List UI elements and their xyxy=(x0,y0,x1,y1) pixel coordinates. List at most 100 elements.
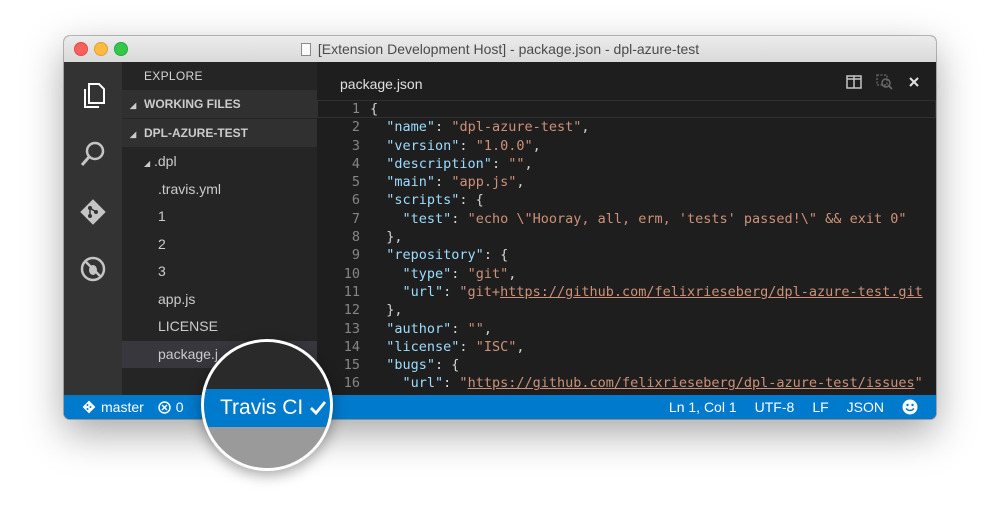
tree-item-label: app.js xyxy=(158,290,196,307)
code-line[interactable]: 13 "author": "", xyxy=(317,320,936,338)
collapse-triangle-icon: ◢ xyxy=(130,101,137,110)
activity-bar xyxy=(64,62,122,395)
line-number: 10 xyxy=(343,265,360,282)
close-editor-icon[interactable] xyxy=(908,76,920,88)
split-editor-icon[interactable] xyxy=(846,75,862,89)
window-title-group: [Extension Development Host] - package.j… xyxy=(64,36,936,62)
code-line[interactable]: 11 "url": "git+https://github.com/felixr… xyxy=(317,283,936,301)
code-text: }, xyxy=(370,302,403,319)
line-number: 1 xyxy=(351,101,360,117)
line-number: 12 xyxy=(343,302,360,319)
project-label: DPL-AZURE-TEST xyxy=(144,126,248,140)
line-number: 9 xyxy=(351,247,360,264)
line-number: 2 xyxy=(351,119,360,136)
line-number: 13 xyxy=(343,320,360,337)
folder-triangle-icon: ◢ xyxy=(144,159,151,168)
code-line[interactable]: 16 "url": "https://github.com/felixriese… xyxy=(317,374,936,392)
working-files-section[interactable]: ◢ WORKING FILES xyxy=(122,90,317,118)
tree-item-label: 2 xyxy=(158,235,166,252)
line-number: 7 xyxy=(351,210,360,227)
code-text: "license": "ISC", xyxy=(386,338,525,355)
code-text: "version": "1.0.0", xyxy=(386,137,541,154)
editor-pane: package.json 1{2 "name": "dpl-azure-test… xyxy=(317,62,936,395)
code-line[interactable]: 6 "scripts": { xyxy=(317,191,936,209)
travis-ci-status[interactable]: Travis CI xyxy=(220,396,327,420)
errors-status[interactable]: 0 xyxy=(158,399,184,415)
code-text: "url": "https://github.com/felixrieseber… xyxy=(402,375,923,392)
code-line[interactable]: 2 "name": "dpl-azure-test", xyxy=(317,118,936,136)
code-text: "bugs": { xyxy=(386,357,460,374)
code-text: "url": "git+https://github.com/felixries… xyxy=(402,283,923,300)
code-line[interactable]: 7 "test": "echo \"Hooray, all, erm, 'tes… xyxy=(317,210,936,228)
git-branch-icon xyxy=(82,400,96,414)
status-bar-left: master 0 xyxy=(82,395,184,419)
encoding-status[interactable]: UTF-8 xyxy=(755,399,795,415)
code-line[interactable]: 5 "main": "app.js", xyxy=(317,173,936,191)
code-line[interactable]: 15 "bugs": { xyxy=(317,356,936,374)
code-text: "author": "", xyxy=(386,320,492,337)
line-number: 3 xyxy=(351,137,360,154)
smiley-feedback-icon[interactable] xyxy=(902,399,918,415)
code-line[interactable]: 8 }, xyxy=(317,228,936,246)
code-text: { xyxy=(370,101,379,117)
tree-folder-dpl[interactable]: ◢ .dpl xyxy=(122,148,317,176)
cursor-position[interactable]: Ln 1, Col 1 xyxy=(669,399,737,415)
error-count: 0 xyxy=(175,399,184,415)
editor-actions xyxy=(846,74,920,90)
code-line[interactable]: 10 "type": "git", xyxy=(317,265,936,283)
debug-icon[interactable] xyxy=(64,249,122,289)
tree-item-2[interactable]: 2 xyxy=(122,231,317,259)
title-bar: [Extension Development Host] - package.j… xyxy=(64,36,936,63)
code-line[interactable]: 3 "version": "1.0.0", xyxy=(317,137,936,155)
line-number: 8 xyxy=(351,229,360,246)
tree-item-label: 1 xyxy=(158,208,166,224)
tree-item-travis[interactable]: .travis.yml xyxy=(122,176,317,204)
code-text: "description": "", xyxy=(386,155,533,172)
tree-item-1[interactable]: 1 xyxy=(122,203,317,231)
line-number: 4 xyxy=(351,155,360,172)
status-bar: master 0 Ln 1, Col 1 UTF-8 LF JSON xyxy=(64,395,936,419)
magnifier-callout: Travis CI xyxy=(201,339,333,471)
project-section[interactable]: ◢ DPL-AZURE-TEST xyxy=(122,119,317,147)
language-mode[interactable]: JSON xyxy=(847,399,884,415)
tree-item-label: .travis.yml xyxy=(158,180,221,197)
code-line[interactable]: 14 "license": "ISC", xyxy=(317,338,936,356)
explorer-header: EXPLORE xyxy=(144,69,203,83)
magnifier-bottom xyxy=(204,427,330,468)
code-text: "test": "echo \"Hooray, all, erm, 'tests… xyxy=(402,210,907,227)
code-area[interactable]: 1{2 "name": "dpl-azure-test", 3 "version"… xyxy=(317,100,936,393)
code-text: "repository": { xyxy=(386,247,509,264)
working-files-label: WORKING FILES xyxy=(144,97,241,111)
files-icon[interactable] xyxy=(64,76,122,116)
code-text: "main": "app.js", xyxy=(386,174,525,191)
open-changes-icon[interactable] xyxy=(876,74,894,90)
code-line[interactable]: 9 "repository": { xyxy=(317,246,936,264)
code-line[interactable]: 1{ xyxy=(317,100,936,118)
code-line[interactable]: 12 }, xyxy=(317,301,936,319)
tree-item-label: 3 xyxy=(158,263,166,279)
line-number: 6 xyxy=(351,192,360,209)
tree-item-3[interactable]: 3 xyxy=(122,258,317,286)
editor-tab-title[interactable]: package.json xyxy=(340,76,423,92)
code-text: "type": "git", xyxy=(402,265,517,282)
magnifier-top xyxy=(204,342,330,389)
tree-item-label: .dpl xyxy=(154,153,177,169)
git-icon[interactable] xyxy=(64,192,122,232)
branch-name: master xyxy=(101,399,144,415)
editor-window: [Extension Development Host] - package.j… xyxy=(64,36,936,419)
tree-item-license[interactable]: LICENSE xyxy=(122,313,317,341)
git-branch-status[interactable]: master xyxy=(82,399,144,415)
status-bar-right: Ln 1, Col 1 UTF-8 LF JSON xyxy=(669,395,918,419)
line-ending-status[interactable]: LF xyxy=(812,399,828,415)
tree-item-app-js[interactable]: app.js xyxy=(122,286,317,314)
tree-item-label: LICENSE xyxy=(158,318,218,334)
checkmark-icon xyxy=(310,401,327,416)
document-icon xyxy=(300,42,311,56)
code-text: "scripts": { xyxy=(386,192,484,209)
code-text: }, xyxy=(370,229,403,246)
error-circle-icon xyxy=(158,400,171,414)
line-number: 5 xyxy=(351,174,360,191)
code-line[interactable]: 4 "description": "", xyxy=(317,155,936,173)
search-icon[interactable] xyxy=(64,134,122,174)
travis-ci-label: Travis CI xyxy=(220,396,304,419)
